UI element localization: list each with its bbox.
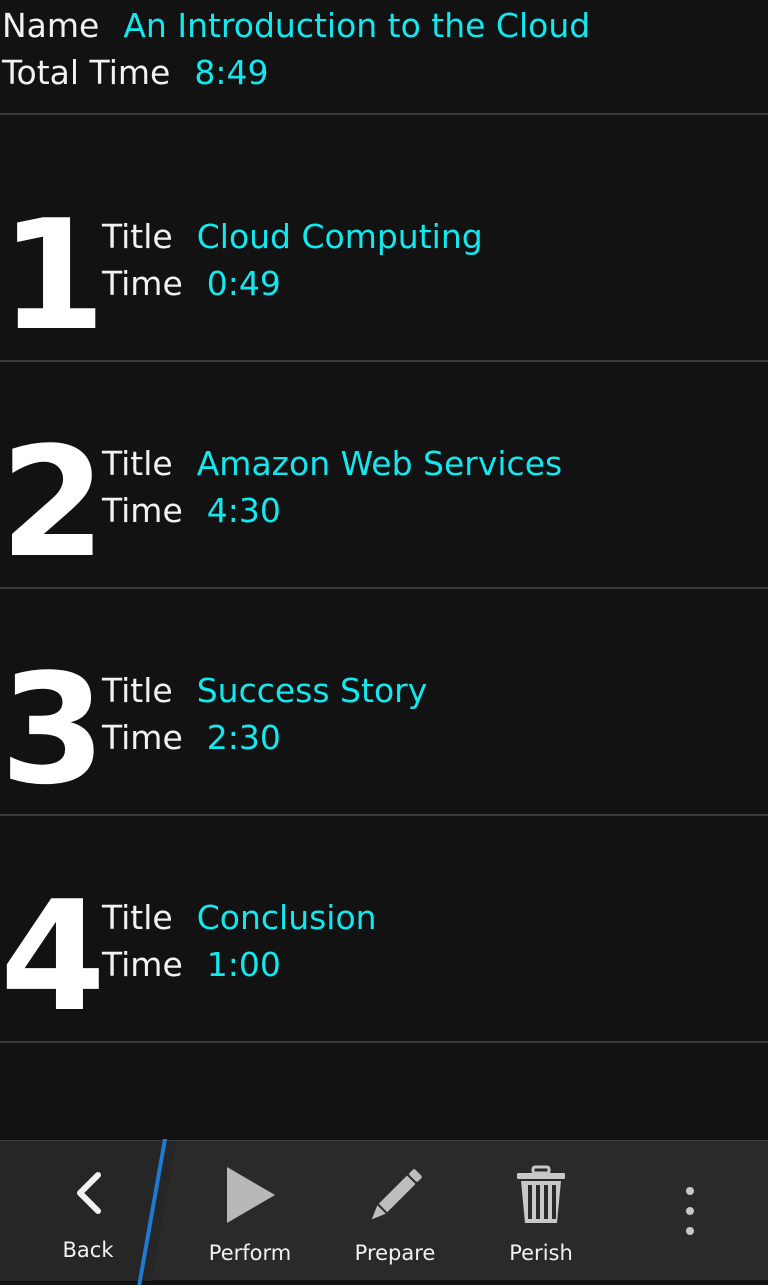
segment-item-2[interactable]: 2 Title Amazon Web Services Time 4:30 [0, 362, 768, 589]
segment-title: Conclusion [196, 898, 377, 937]
overflow-menu-button[interactable] [650, 1141, 730, 1281]
trash-icon [515, 1165, 567, 1229]
segment-title: Amazon Web Services [196, 444, 563, 483]
chevron-left-icon [68, 1169, 108, 1221]
segment-time-row: Time 2:30 [102, 718, 281, 758]
presentation-name: An Introduction to the Cloud [123, 6, 591, 45]
perish-label: Perish [509, 1241, 573, 1265]
total-time-value: 8:49 [194, 53, 269, 92]
segment-title-row: Title Conclusion [102, 898, 377, 938]
title-label: Title [102, 671, 173, 710]
segment-number: 4 [0, 868, 106, 1045]
overflow-menu-icon [684, 1185, 696, 1241]
time-label: Time [102, 718, 183, 757]
segment-time: 4:30 [206, 491, 281, 530]
time-label: Time [102, 264, 183, 303]
time-label: Time [102, 491, 183, 530]
perform-button[interactable]: Perform [180, 1141, 320, 1281]
segment-time-row: Time 0:49 [102, 264, 281, 304]
back-button[interactable]: Back [20, 1141, 156, 1281]
title-label: Title [102, 444, 173, 483]
segment-number: 2 [0, 414, 106, 591]
total-time-row: Total Time 8:49 [2, 53, 268, 93]
segment-title: Cloud Computing [196, 217, 483, 256]
presentation-header: Name An Introduction to the Cloud Total T… [0, 0, 768, 115]
total-time-label: Total Time [2, 53, 171, 92]
segment-number: 3 [0, 641, 106, 818]
segment-item-4[interactable]: 4 Title Conclusion Time 1:00 [0, 816, 768, 1043]
title-label: Title [102, 217, 173, 256]
pencil-icon [366, 1167, 424, 1229]
perish-button[interactable]: Perish [476, 1141, 606, 1281]
segment-time-row: Time 4:30 [102, 491, 281, 531]
prepare-button[interactable]: Prepare [330, 1141, 460, 1281]
name-label: Name [2, 6, 100, 45]
back-label: Back [62, 1238, 114, 1262]
action-bar: Back Perform Prepare Perish [0, 1139, 768, 1285]
segment-time-row: Time 1:00 [102, 945, 281, 985]
segment-item-3[interactable]: 3 Title Success Story Time 2:30 [0, 589, 768, 816]
segment-time: 2:30 [206, 718, 281, 757]
time-label: Time [102, 945, 183, 984]
perform-label: Perform [208, 1241, 292, 1265]
prepare-label: Prepare [354, 1241, 436, 1265]
segment-title: Success Story [196, 671, 428, 710]
segment-number: 1 [0, 187, 106, 364]
segment-title-row: Title Amazon Web Services [102, 444, 562, 484]
title-label: Title [102, 898, 173, 937]
segment-title-row: Title Success Story [102, 671, 427, 711]
segment-item-1[interactable]: 1 Title Cloud Computing Time 0:49 [0, 135, 768, 362]
name-row: Name An Introduction to the Cloud [2, 6, 590, 46]
play-icon [223, 1165, 277, 1229]
segment-time: 0:49 [206, 264, 281, 303]
segment-time: 1:00 [206, 945, 281, 984]
segment-title-row: Title Cloud Computing [102, 217, 483, 257]
